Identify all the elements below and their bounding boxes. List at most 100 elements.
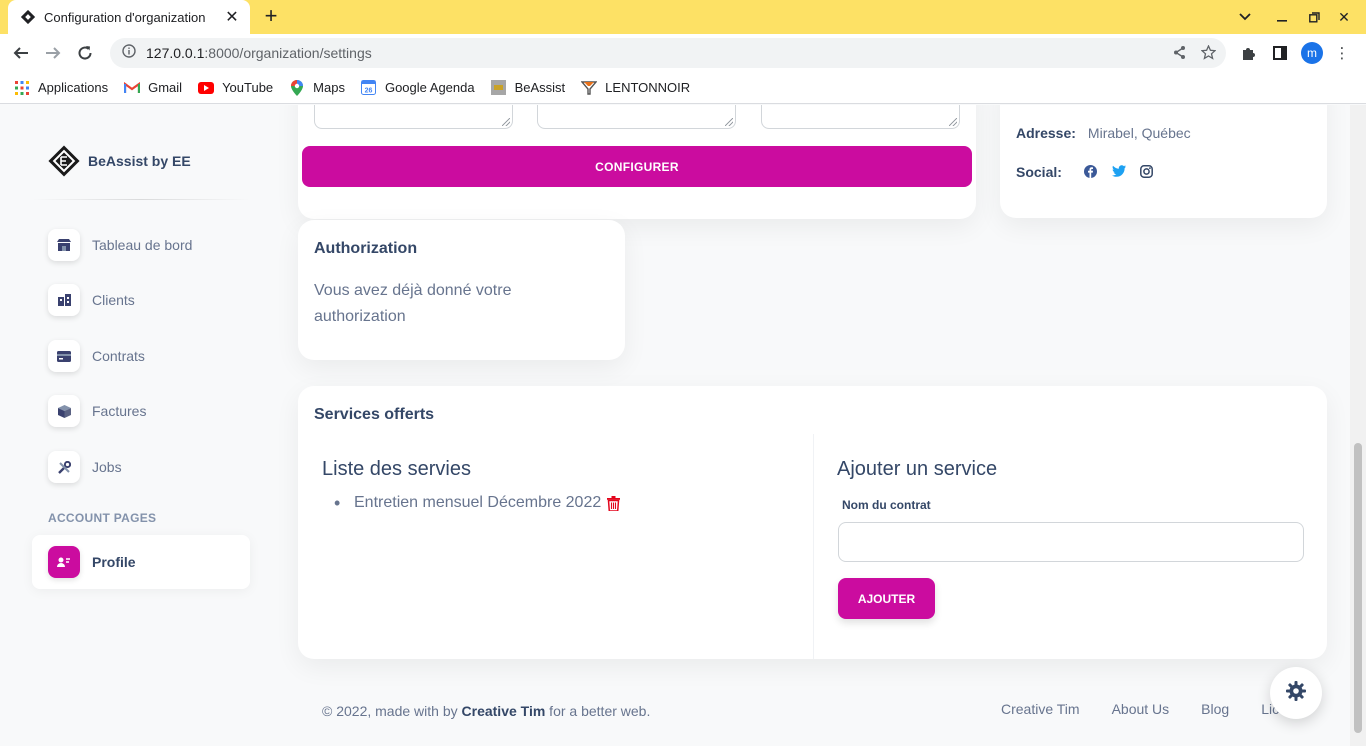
scrollbar-thumb[interactable] bbox=[1354, 443, 1362, 733]
page-scrollbar[interactable] bbox=[1350, 105, 1366, 746]
sidebar-item-jobs[interactable]: Jobs bbox=[32, 443, 250, 491]
authorization-card: Authorization Vous avez déjà donné votre… bbox=[298, 220, 625, 360]
service-name: Entretien mensuel Décembre 2022 bbox=[354, 494, 602, 511]
resize-grip-icon[interactable] bbox=[949, 118, 957, 126]
sidebar-item-tableau-de-bord[interactable]: Tableau de bord bbox=[32, 221, 250, 269]
calendar-icon: 26 bbox=[361, 80, 377, 96]
config-textarea-1[interactable] bbox=[314, 105, 513, 129]
extensions-icon[interactable] bbox=[1235, 40, 1261, 66]
config-textarea-3[interactable] bbox=[761, 105, 960, 129]
configurer-button[interactable]: CONFIGURER bbox=[302, 146, 972, 187]
sidebar-section-account-pages: ACCOUNT PAGES bbox=[48, 511, 157, 525]
authorization-title: Authorization bbox=[314, 240, 418, 257]
new-tab-icon[interactable]: + bbox=[259, 5, 283, 29]
social-row: Social: bbox=[1016, 164, 1168, 180]
bookmark-label: Applications bbox=[38, 80, 109, 95]
brand-logo bbox=[48, 145, 80, 177]
bookmark-youtube[interactable]: YouTube bbox=[198, 80, 273, 96]
brand-name: BeAssist by EE bbox=[88, 153, 191, 169]
settings-tools-icon bbox=[48, 451, 80, 483]
contract-name-input[interactable] bbox=[838, 522, 1304, 562]
tab-search-icon[interactable] bbox=[1229, 0, 1261, 34]
box-3d-icon bbox=[48, 395, 80, 427]
footer-links: Creative Tim About Us Blog Licen bbox=[1001, 701, 1295, 717]
sidebar-item-clients[interactable]: Clients bbox=[32, 276, 250, 324]
bookmark-label: Google Agenda bbox=[384, 80, 475, 95]
social-label: Social: bbox=[1016, 164, 1062, 180]
sidebar-item-contrats[interactable]: Contrats bbox=[32, 332, 250, 380]
bookmark-maps[interactable]: Maps bbox=[289, 79, 345, 96]
sidebar-item-label: Tableau de bord bbox=[92, 237, 193, 253]
share-icon[interactable] bbox=[1172, 45, 1187, 63]
footer-brand-link[interactable]: Creative Tim bbox=[462, 703, 546, 719]
trash-icon[interactable] bbox=[607, 495, 621, 511]
close-window-icon[interactable]: ✕ bbox=[1328, 0, 1360, 34]
sidebar-item-profile[interactable]: Profile bbox=[32, 535, 250, 589]
restore-icon[interactable] bbox=[1298, 0, 1330, 34]
ajouter-button[interactable]: AJOUTER bbox=[838, 578, 935, 619]
youtube-icon bbox=[198, 80, 215, 96]
bookmark-applications[interactable]: Applications bbox=[14, 80, 108, 96]
back-icon[interactable] bbox=[8, 40, 34, 66]
add-service-panel: Ajouter un service Nom du contrat AJOUTE… bbox=[813, 434, 1327, 659]
minimize-icon[interactable] bbox=[1266, 0, 1298, 34]
bookmark-lentonnoir[interactable]: LENTONNOIR bbox=[581, 80, 690, 96]
resize-grip-icon[interactable] bbox=[725, 118, 733, 126]
services-title: Services offerts bbox=[314, 406, 435, 423]
address-bar[interactable]: 127.0.0.1:8000/organization/settings bbox=[110, 38, 1226, 68]
brand[interactable]: BeAssist by EE bbox=[48, 145, 191, 177]
beassist-icon bbox=[491, 80, 507, 96]
gmail-icon bbox=[124, 80, 141, 96]
footer-copyright: © 2022, made with by Creative Tim for a … bbox=[322, 703, 650, 719]
sidebar-item-factures[interactable]: Factures bbox=[32, 387, 250, 435]
credit-card-icon bbox=[48, 340, 80, 372]
url-host: 127.0.0.1 bbox=[146, 45, 205, 61]
facebook-icon[interactable] bbox=[1083, 165, 1098, 179]
bookmarks-bar: Applications Gmail YouTube Maps 26 Googl… bbox=[0, 72, 1366, 104]
forward-icon[interactable] bbox=[40, 40, 66, 66]
address-row: Adresse: Mirabel, Québec bbox=[1016, 125, 1191, 141]
bookmark-label: BeAssist bbox=[514, 80, 566, 95]
bookmark-gmail[interactable]: Gmail bbox=[124, 80, 182, 96]
bookmark-beassist[interactable]: BeAssist bbox=[491, 80, 566, 96]
bookmark-label: LENTONNOIR bbox=[605, 80, 691, 95]
apps-grid-icon bbox=[14, 80, 30, 96]
site-info-icon[interactable] bbox=[122, 43, 136, 63]
address-value: Mirabel, Québec bbox=[1087, 125, 1191, 141]
sidebar-divider bbox=[32, 199, 250, 200]
browser-tab[interactable]: Configuration d'organization ✕ bbox=[8, 0, 250, 34]
bookmark-google-agenda[interactable]: 26 Google Agenda bbox=[361, 80, 475, 96]
sidebar-item-label: Contrats bbox=[92, 348, 145, 364]
beassist-favicon-icon bbox=[20, 9, 36, 25]
config-textarea-2[interactable] bbox=[537, 105, 736, 129]
services-card: Services offerts Liste des servies Entre… bbox=[298, 386, 1327, 659]
sidebar-item-label: Factures bbox=[92, 403, 147, 419]
settings-fab[interactable] bbox=[1270, 667, 1322, 719]
sidebar-item-label: Jobs bbox=[92, 459, 122, 475]
reload-icon[interactable] bbox=[72, 40, 98, 66]
url-path: :8000/organization/settings bbox=[204, 45, 372, 61]
maps-pin-icon bbox=[289, 79, 305, 96]
footer-link-creative-tim[interactable]: Creative Tim bbox=[1001, 701, 1080, 717]
tab-close-icon[interactable]: ✕ bbox=[224, 7, 240, 27]
lentonnoir-icon bbox=[581, 80, 598, 96]
footer-link-blog[interactable]: Blog bbox=[1201, 701, 1229, 717]
copyright-suffix: for a better web. bbox=[545, 703, 651, 719]
svg-text:26: 26 bbox=[365, 88, 373, 95]
footer-link-about-us[interactable]: About Us bbox=[1112, 701, 1170, 717]
contract-name-label: Nom du contrat bbox=[842, 498, 931, 512]
office-icon bbox=[48, 284, 80, 316]
side-panel-icon[interactable] bbox=[1267, 40, 1293, 66]
tab-title: Configuration d'organization bbox=[44, 9, 206, 25]
add-service-title: Ajouter un service bbox=[837, 458, 998, 480]
resize-grip-icon[interactable] bbox=[502, 118, 510, 126]
bookmark-star-icon[interactable] bbox=[1200, 44, 1217, 63]
customer-support-icon bbox=[48, 546, 80, 578]
more-menu-icon[interactable]: ⋮ bbox=[1329, 40, 1355, 66]
instagram-icon[interactable] bbox=[1139, 165, 1154, 179]
bookmark-label: Gmail bbox=[148, 80, 183, 95]
twitter-icon[interactable] bbox=[1111, 165, 1126, 179]
copyright-prefix: © 2022, made with by bbox=[322, 703, 462, 719]
profile-avatar[interactable]: m bbox=[1301, 42, 1323, 64]
shop-icon bbox=[48, 229, 80, 261]
